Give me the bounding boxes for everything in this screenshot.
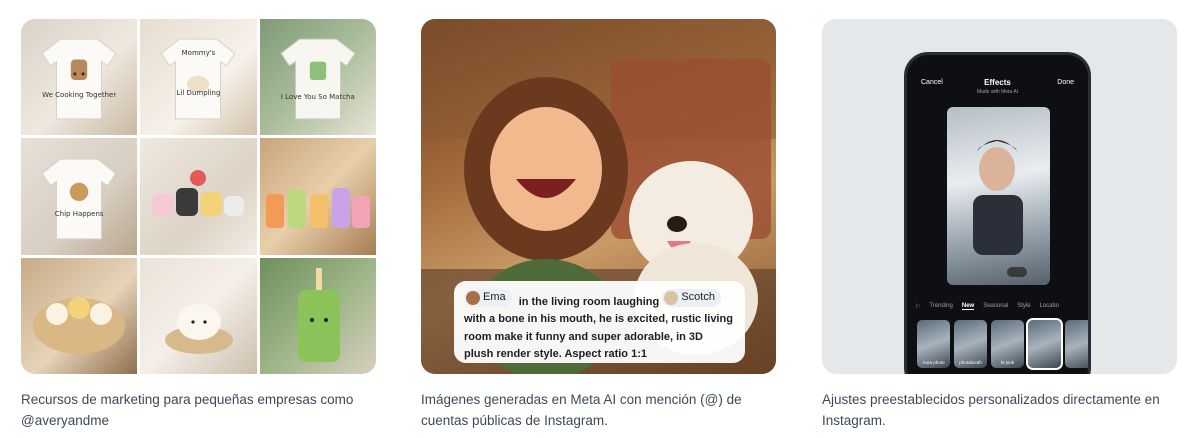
card-instagram-presets[interactable]: Cancel Effects Made with Meta AI Done ⚐ … [822, 19, 1177, 431]
mention-label: Scotch [681, 291, 715, 303]
phone-preview[interactable]: Cancel Effects Made with Meta AI Done ⚐ … [822, 19, 1177, 374]
onesie-icon [41, 158, 117, 240]
avatar [664, 290, 679, 305]
effects-carousel: Aura photo photobooth bt pink [917, 318, 1088, 370]
plush-toys-icon [152, 170, 245, 217]
phone-frame: Cancel Effects Made with Meta AI Done ⚐ … [904, 52, 1091, 374]
prompt-text: with a bone in his mouth, he is excited,… [464, 313, 733, 361]
portrait-in-foil-illustration [973, 140, 1027, 277]
steamer-basket-icon [33, 296, 125, 354]
mention-chip-ema[interactable]: Ema [464, 289, 512, 307]
generated-image[interactable]: Ema in the living room laughing Scotch w… [421, 19, 776, 374]
card-caption: Imágenes generadas en Meta AI con menció… [421, 392, 742, 428]
tile-plush-matcha [259, 257, 376, 374]
effect-thumbnail[interactable] [1065, 320, 1088, 368]
prompt-card: Ema in the living room laughing Scotch w… [454, 281, 745, 363]
tab-location[interactable]: Locatio [1040, 303, 1059, 309]
tab-trending[interactable]: Trending [929, 303, 952, 309]
tile-text: We Cooking Together [42, 91, 117, 99]
card-caption: Ajustes preestablecidos personalizados d… [822, 392, 1160, 428]
tile-onesie-dumpling: Mommy's Lil Dumpling [140, 19, 257, 136]
done-button[interactable]: Done [1057, 79, 1074, 86]
card-meta-ai-images[interactable]: Ema in the living room laughing Scotch w… [421, 19, 776, 431]
card-marketing[interactable]: We Cooking Together Mommy's Lil Dumpling… [21, 19, 376, 431]
boba-cups-icon [265, 188, 370, 229]
mention-label: Ema [483, 291, 506, 303]
tile-text: Chip Happens [54, 210, 104, 219]
tile-plush-sushi [140, 138, 257, 255]
tile-text: I Love You So Matcha [280, 93, 355, 101]
onesie-icon [41, 39, 117, 120]
effect-thumbnail-selected[interactable] [1026, 318, 1063, 370]
effect-tabs: ⚐ Trending New Seasonal Style Locatio [915, 300, 1088, 312]
effect-preview-photo[interactable] [947, 107, 1050, 285]
bookmark-icon[interactable]: ⚐ [915, 303, 920, 310]
image-grid[interactable]: We Cooking Together Mommy's Lil Dumpling… [21, 19, 376, 374]
tile-plush-bamboo [21, 257, 138, 374]
tile-onesie-matcha: I Love You So Matcha [259, 19, 376, 136]
phone-subtitle: Made with Meta AI [976, 89, 1019, 95]
onesie-icon [280, 39, 356, 120]
tile-plush-boba [259, 138, 376, 255]
tab-style[interactable]: Style [1017, 303, 1030, 309]
effect-thumbnail[interactable]: bt pink [991, 320, 1024, 368]
mention-chip-scotch[interactable]: Scotch [662, 289, 721, 307]
tile-onesie-cookie: Chip Happens [21, 138, 138, 255]
effect-thumbnail[interactable]: Aura photo [917, 320, 950, 368]
matcha-cup-plush-icon [297, 267, 340, 362]
effect-label: photobooth [959, 360, 982, 365]
dumpling-plush-icon [165, 303, 234, 354]
tile-onesie-boba: We Cooking Together [21, 19, 138, 136]
tile-text-top: Mommy's [181, 49, 216, 57]
tab-new[interactable]: New [961, 303, 975, 310]
avatar [466, 290, 480, 305]
tile-text: Lil Dumpling [176, 89, 221, 97]
tab-seasonal[interactable]: Seasonal [983, 303, 1008, 309]
effect-label: Aura photo [922, 360, 945, 365]
tile-plush-dumpling [140, 257, 257, 374]
phone-header: Cancel Effects Made with Meta AI Done [907, 77, 1088, 95]
prompt-text: in the living room laughing [518, 295, 660, 308]
effect-label: bt pink [1000, 360, 1015, 365]
card-caption: Recursos de marketing para pequeñas empr… [21, 392, 354, 428]
effect-thumbnail[interactable]: photobooth [954, 320, 987, 368]
